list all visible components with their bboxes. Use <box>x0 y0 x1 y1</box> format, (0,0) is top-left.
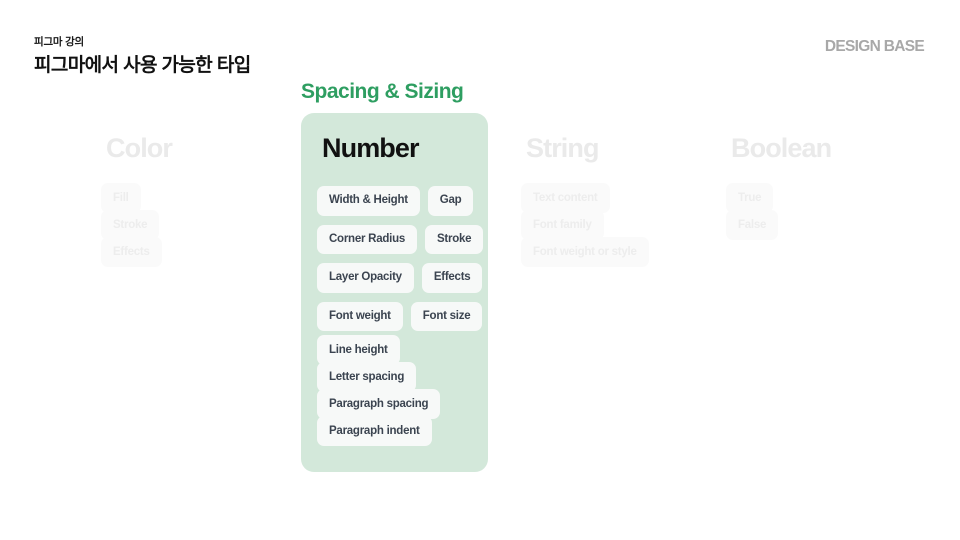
card-title-color: Color <box>106 133 173 163</box>
chip: False <box>726 210 779 240</box>
chip[interactable]: Font size <box>410 301 483 331</box>
chip[interactable]: Stroke <box>425 224 484 254</box>
chip: Stroke <box>101 210 160 240</box>
chip: Font family <box>521 210 604 240</box>
chip[interactable]: Line height <box>317 335 400 365</box>
chip[interactable]: Paragraph indent <box>317 416 432 446</box>
chip-list-color: Fill Stroke Effects <box>101 183 291 267</box>
chip-row: Font weight Font size <box>317 301 483 331</box>
chip: Font weight or style <box>521 237 649 267</box>
chip[interactable]: Paragraph spacing <box>317 389 441 419</box>
card-number: Number Width & Height Gap Corner Radius … <box>301 113 488 472</box>
column-string: String Text content Font family Font wei… <box>521 113 721 280</box>
section-label: Spacing & Sizing <box>301 80 464 103</box>
chip-list-boolean: True False <box>726 183 926 240</box>
chip[interactable]: Letter spacing <box>317 362 417 392</box>
card-title-boolean: Boolean <box>731 133 832 163</box>
chip: True <box>726 183 774 213</box>
chip[interactable]: Layer Opacity <box>317 263 414 293</box>
chip: Effects <box>101 237 162 267</box>
chip[interactable]: Corner Radius <box>317 224 417 254</box>
chip[interactable]: Effects <box>421 263 483 293</box>
card-boolean: Boolean True False <box>726 113 926 253</box>
column-number: Number Width & Height Gap Corner Radius … <box>301 113 488 472</box>
card-title-string: String <box>526 133 600 163</box>
type-columns-board: Spacing & Sizing Color Fill Stroke Effec… <box>0 0 960 540</box>
card-title-number: Number <box>322 133 420 163</box>
chip-row: Width & Height Gap <box>317 186 474 216</box>
card-string: String Text content Font family Font wei… <box>521 113 721 280</box>
column-color: Color Fill Stroke Effects <box>101 113 291 280</box>
chip-row: Layer Opacity Effects <box>317 263 483 293</box>
chip-list-number: Width & Height Gap Corner Radius Stroke … <box>317 186 484 446</box>
chip: Text content <box>521 183 610 213</box>
chip-row: Corner Radius Stroke <box>317 224 484 254</box>
chip[interactable]: Font weight <box>317 301 403 331</box>
chip: Fill <box>101 183 141 213</box>
chip-list-string: Text content Font family Font weight or … <box>521 183 721 267</box>
chip[interactable]: Gap <box>427 186 474 216</box>
card-color: Color Fill Stroke Effects <box>101 113 291 280</box>
chip[interactable]: Width & Height <box>317 186 420 216</box>
column-boolean: Boolean True False <box>726 113 926 253</box>
